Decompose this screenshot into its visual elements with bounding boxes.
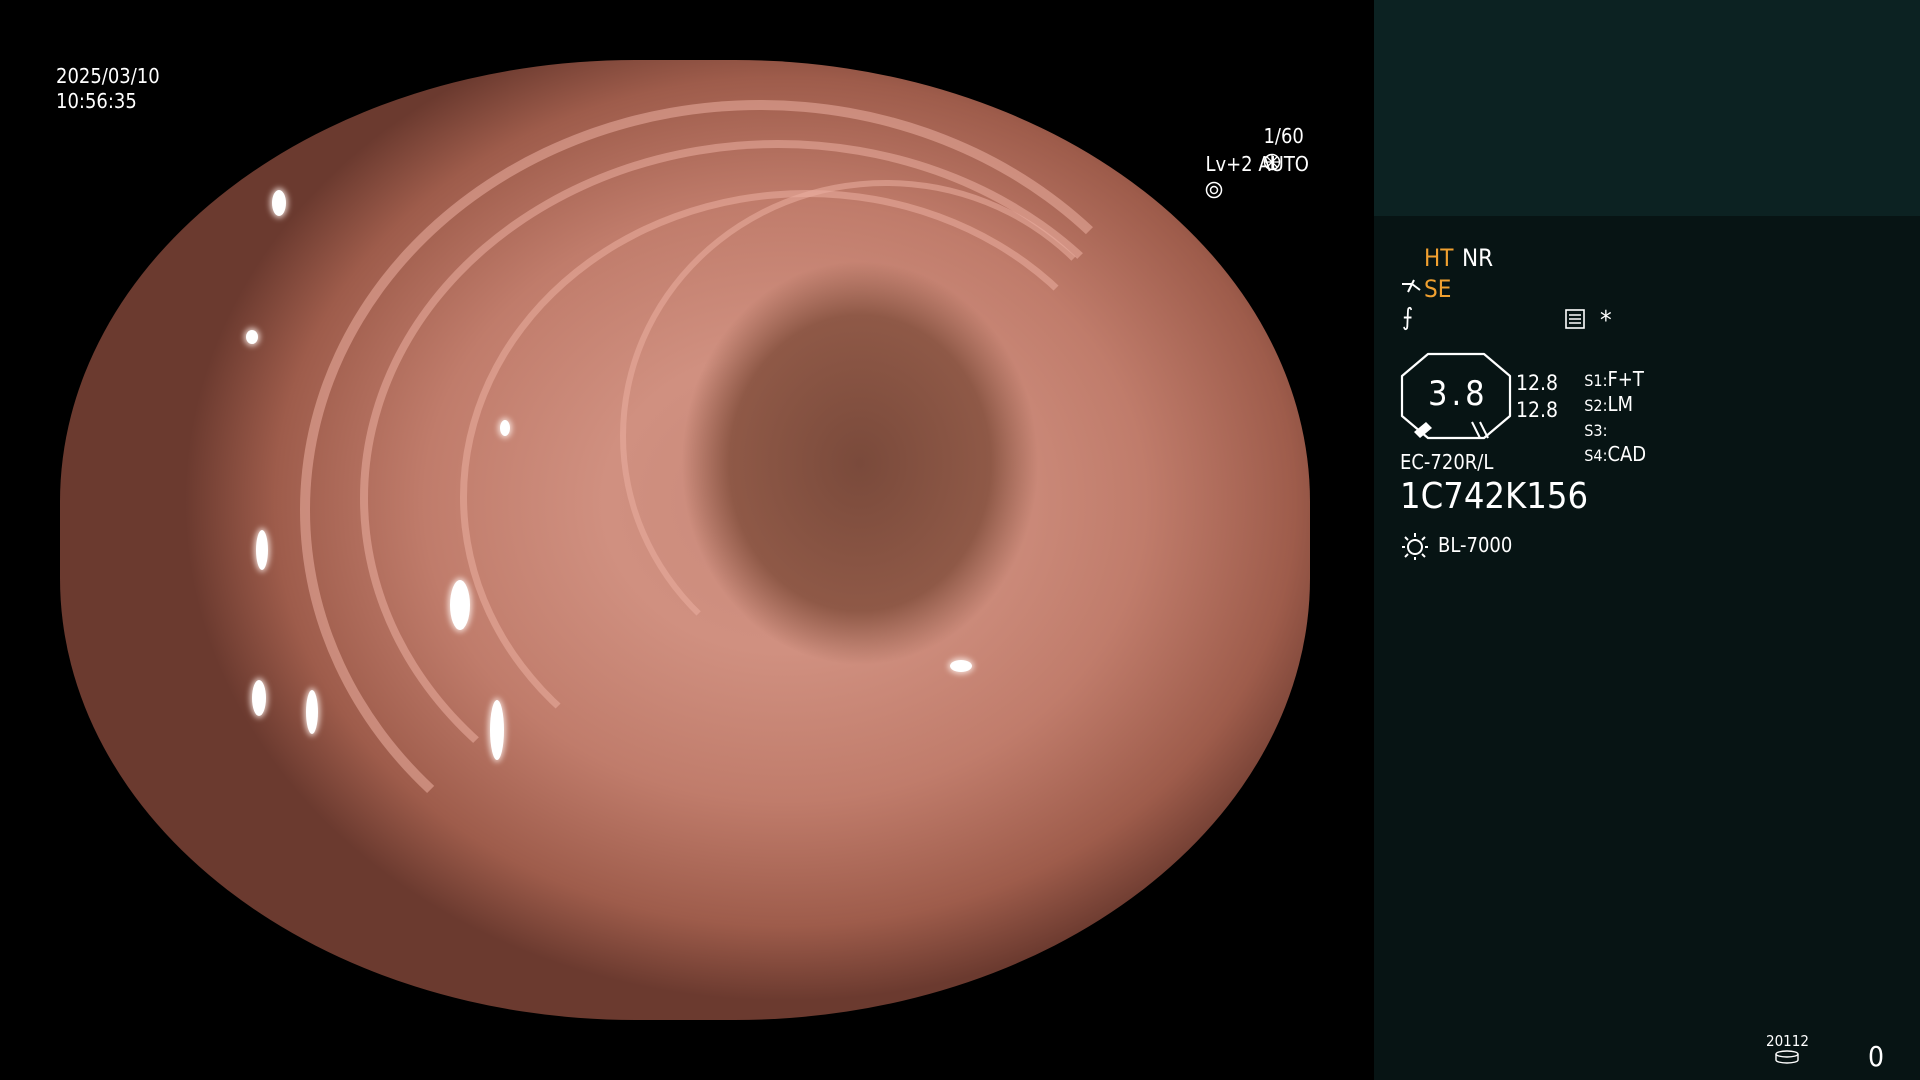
f-symbol: ⨍ [1402,303,1414,331]
scope-connector-icon [1402,279,1421,293]
glare-spot [490,700,504,760]
glare-spot [246,330,258,344]
se-label: SE [1424,275,1452,303]
glare-spot [272,190,286,216]
iris-icon [1206,181,1223,199]
memo-icon [1565,309,1585,329]
media-counter-small: 20112 [1766,1032,1809,1050]
switch-list: S1:F+T S2:LM S3: S4:CAD [1566,348,1646,466]
light-source-model: BL-7000 [1438,533,1513,557]
switch-value: LM [1607,392,1633,416]
glare-spot [950,660,972,672]
glare-spot [306,690,318,734]
scope-model: EC-720R/L [1400,450,1494,474]
switch-key: S1: [1584,371,1608,390]
glare-spot [500,420,510,436]
glare-spot [450,580,470,630]
zoom-value: 3.8 [1428,374,1489,414]
glare-spot [256,530,268,570]
switch-value: F+T [1607,367,1644,391]
glare-spot [252,680,266,716]
distance-bottom: 12.8 [1516,398,1559,422]
nr-label: NR [1462,244,1494,272]
iris-value: Lv+2 AUTO [1205,152,1309,176]
switch-key: S3: [1584,421,1608,440]
panel-header-area [1374,0,1920,216]
media-icon [1775,1050,1799,1064]
distance-top: 12.8 [1516,371,1559,395]
switch-key: S2: [1584,396,1608,415]
iris-readout: Lv+2 AUTO [1194,127,1309,202]
endoscope-image [60,60,1310,1020]
asterisk-mark: * [1600,306,1612,336]
mucosal-fold [620,180,1152,692]
scope-serial: 1C742K156 [1400,476,1589,517]
light-source-icon [1402,533,1428,560]
date-display: 2025/03/10 [56,64,160,88]
glare-spot [1168,180,1186,196]
media-counter: 0 [1868,1040,1885,1073]
ht-label: HT [1424,244,1454,272]
time-display: 10:56:35 [56,89,137,113]
switch-row: S1:F+T [1566,348,1646,391]
glare-spot [1030,80,1048,102]
switch-value: CAD [1607,442,1647,466]
switch-key: S4: [1584,446,1608,465]
